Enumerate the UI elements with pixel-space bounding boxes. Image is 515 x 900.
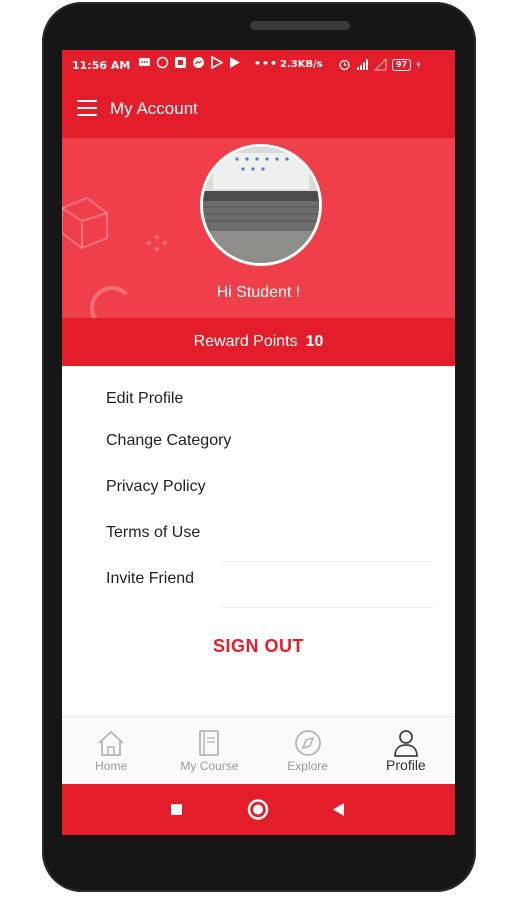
recents-button[interactable] — [146, 784, 206, 835]
book-icon — [199, 730, 220, 756]
divider — [222, 607, 433, 608]
play-icon — [211, 56, 223, 69]
battery-level: 97 — [392, 58, 412, 71]
greeting-text: Hi Student ! — [216, 284, 301, 301]
menu-item-terms-of-use[interactable]: Terms of Use — [62, 516, 455, 562]
menu-item-privacy-policy[interactable]: Privacy Policy — [62, 470, 455, 516]
dots-decoration — [147, 235, 167, 251]
account-menu: Edit Profile Change Category Privacy Pol… — [62, 366, 455, 608]
nav-home[interactable]: Home — [62, 717, 160, 785]
bottom-navigation: Home My Course Explore Profile — [62, 716, 455, 785]
messenger-icon — [193, 57, 204, 68]
cube-decoration — [62, 196, 108, 250]
sign-out-button[interactable]: SIGN OUT — [62, 636, 455, 657]
back-button[interactable] — [308, 784, 368, 835]
network-speed: 2.3KB/s — [280, 59, 323, 70]
nav-my-course[interactable]: My Course — [160, 717, 258, 785]
message-icon — [139, 58, 150, 66]
menu-item-label: Edit Profile — [106, 390, 184, 407]
nav-label: Explore — [287, 759, 328, 773]
reward-points-bar: Reward Points 10 — [62, 318, 455, 366]
status-bar: 11:56 AM ••• 2.3KB/s 97 — [62, 50, 455, 82]
menu-item-edit-profile[interactable]: Edit Profile — [62, 366, 455, 424]
compass-icon — [294, 730, 321, 756]
square-icon — [171, 804, 182, 815]
nav-explore[interactable]: Explore — [259, 717, 357, 785]
record-icon — [156, 56, 169, 69]
system-navigation-bar — [62, 784, 455, 835]
circle-icon — [247, 799, 269, 820]
home-icon — [98, 730, 124, 756]
nav-profile[interactable]: Profile — [357, 717, 455, 785]
home-button[interactable] — [228, 784, 288, 835]
back-triangle-icon — [333, 803, 344, 816]
reward-points-value: 10 — [305, 333, 324, 350]
nav-label: Home — [95, 759, 128, 773]
app-icon — [175, 57, 186, 68]
app-screen: 11:56 AM ••• 2.3KB/s 97 My Account Hi St… — [62, 50, 455, 835]
status-time: 11:56 AM — [72, 59, 131, 72]
reward-points-label: Reward Points — [193, 333, 298, 350]
menu-item-label: Change Category — [106, 432, 232, 449]
menu-item-label: Terms of Use — [106, 524, 201, 541]
avatar[interactable] — [200, 144, 322, 266]
charging-icon — [416, 60, 421, 69]
signal-weak-icon — [374, 58, 387, 71]
profile-photo — [203, 147, 319, 263]
status-more-dots: ••• — [254, 57, 279, 70]
status-notification-icons — [138, 56, 241, 69]
nav-label: My Course — [180, 759, 239, 773]
menu-item-label: Invite Friend — [106, 570, 195, 587]
nav-label: Profile — [386, 757, 426, 773]
hamburger-icon[interactable] — [77, 100, 97, 116]
menu-item-label: Privacy Policy — [106, 478, 206, 495]
signal-icon — [357, 59, 368, 70]
play-store-icon — [230, 57, 240, 68]
menu-item-invite-friend[interactable]: Invite Friend — [62, 562, 455, 608]
menu-item-change-category[interactable]: Change Category — [62, 424, 455, 470]
profile-header: Hi Student ! — [62, 138, 455, 318]
person-icon — [393, 730, 418, 757]
phone-speaker — [250, 21, 350, 30]
app-bar: My Account — [62, 82, 455, 138]
alarm-icon — [339, 59, 350, 71]
page-title: My Account — [110, 99, 198, 118]
status-system-icons: 97 — [338, 58, 424, 71]
